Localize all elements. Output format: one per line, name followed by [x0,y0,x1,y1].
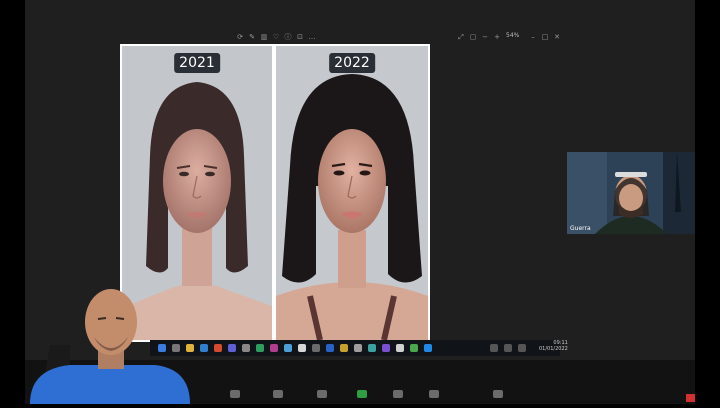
photo-viewer-toolbar: ⟳ ✎ ▥ ♡ ⓘ ⊡ … ⤢ ▢ − + 54% – □ ✕ [25,30,565,44]
more-options-icon[interactable] [493,390,503,398]
delete-icon[interactable]: ▥ [259,32,269,42]
tray-clock[interactable]: 09:11 01/01/2022 [539,340,568,352]
more-icon[interactable]: … [307,32,317,42]
participant-video-feed [567,152,695,234]
expand-icon[interactable]: ⤢ [456,32,466,42]
fit-icon[interactable]: ▢ [468,32,478,42]
portrait-2022: 2022 [276,46,428,340]
right-letterbox [695,0,720,404]
portrait-2022-art [276,46,428,340]
presenter-video [30,285,195,404]
year-label-2021: 2021 [174,53,220,73]
participant-name: Guerra [570,225,591,232]
app-icon[interactable] [270,344,278,352]
record-icon[interactable] [393,390,403,398]
chrome-icon[interactable] [214,344,222,352]
minimize-icon[interactable]: – [528,32,538,42]
left-letterbox [0,0,25,404]
app-icon[interactable] [256,344,264,352]
app-icon[interactable] [312,344,320,352]
tray-icon[interactable] [490,344,498,352]
chat-icon[interactable] [317,390,327,398]
app-icon[interactable] [354,344,362,352]
share-screen-icon[interactable] [357,390,367,398]
zoom-out-icon[interactable]: − [480,32,490,42]
info-icon[interactable]: ⓘ [283,32,293,42]
windows-taskbar [150,340,560,356]
volume-icon[interactable] [518,344,526,352]
edge-icon[interactable] [200,344,208,352]
zoom-app-icon[interactable] [326,344,334,352]
app-icon[interactable] [396,344,404,352]
presenter-image [30,289,190,404]
heart-icon[interactable]: ♡ [271,32,281,42]
app-icon[interactable] [284,344,292,352]
zoom-in-icon[interactable]: + [492,32,502,42]
app-icon[interactable] [298,344,306,352]
wifi-icon[interactable] [504,344,512,352]
recording-indicator [686,394,695,402]
year-label-2022: 2022 [329,53,375,73]
close-icon[interactable]: ✕ [552,32,562,42]
photos-icon[interactable] [242,344,250,352]
crop-icon[interactable]: ⊡ [295,32,305,42]
rotate-icon[interactable]: ⟳ [235,32,245,42]
app-icon[interactable] [382,344,390,352]
zoom-level: 54% [506,32,520,39]
edit-icon[interactable]: ✎ [247,32,257,42]
tray-date: 01/01/2022 [539,346,568,352]
app-icon[interactable] [424,344,432,352]
app-icon[interactable] [368,344,376,352]
security-icon[interactable] [230,390,240,398]
reactions-icon[interactable] [429,390,439,398]
teams-icon[interactable] [228,344,236,352]
app-icon[interactable] [340,344,348,352]
participants-icon[interactable] [273,390,283,398]
participant-video[interactable]: Guerra [567,152,695,234]
maximize-icon[interactable]: □ [540,32,550,42]
app-icon[interactable] [410,344,418,352]
